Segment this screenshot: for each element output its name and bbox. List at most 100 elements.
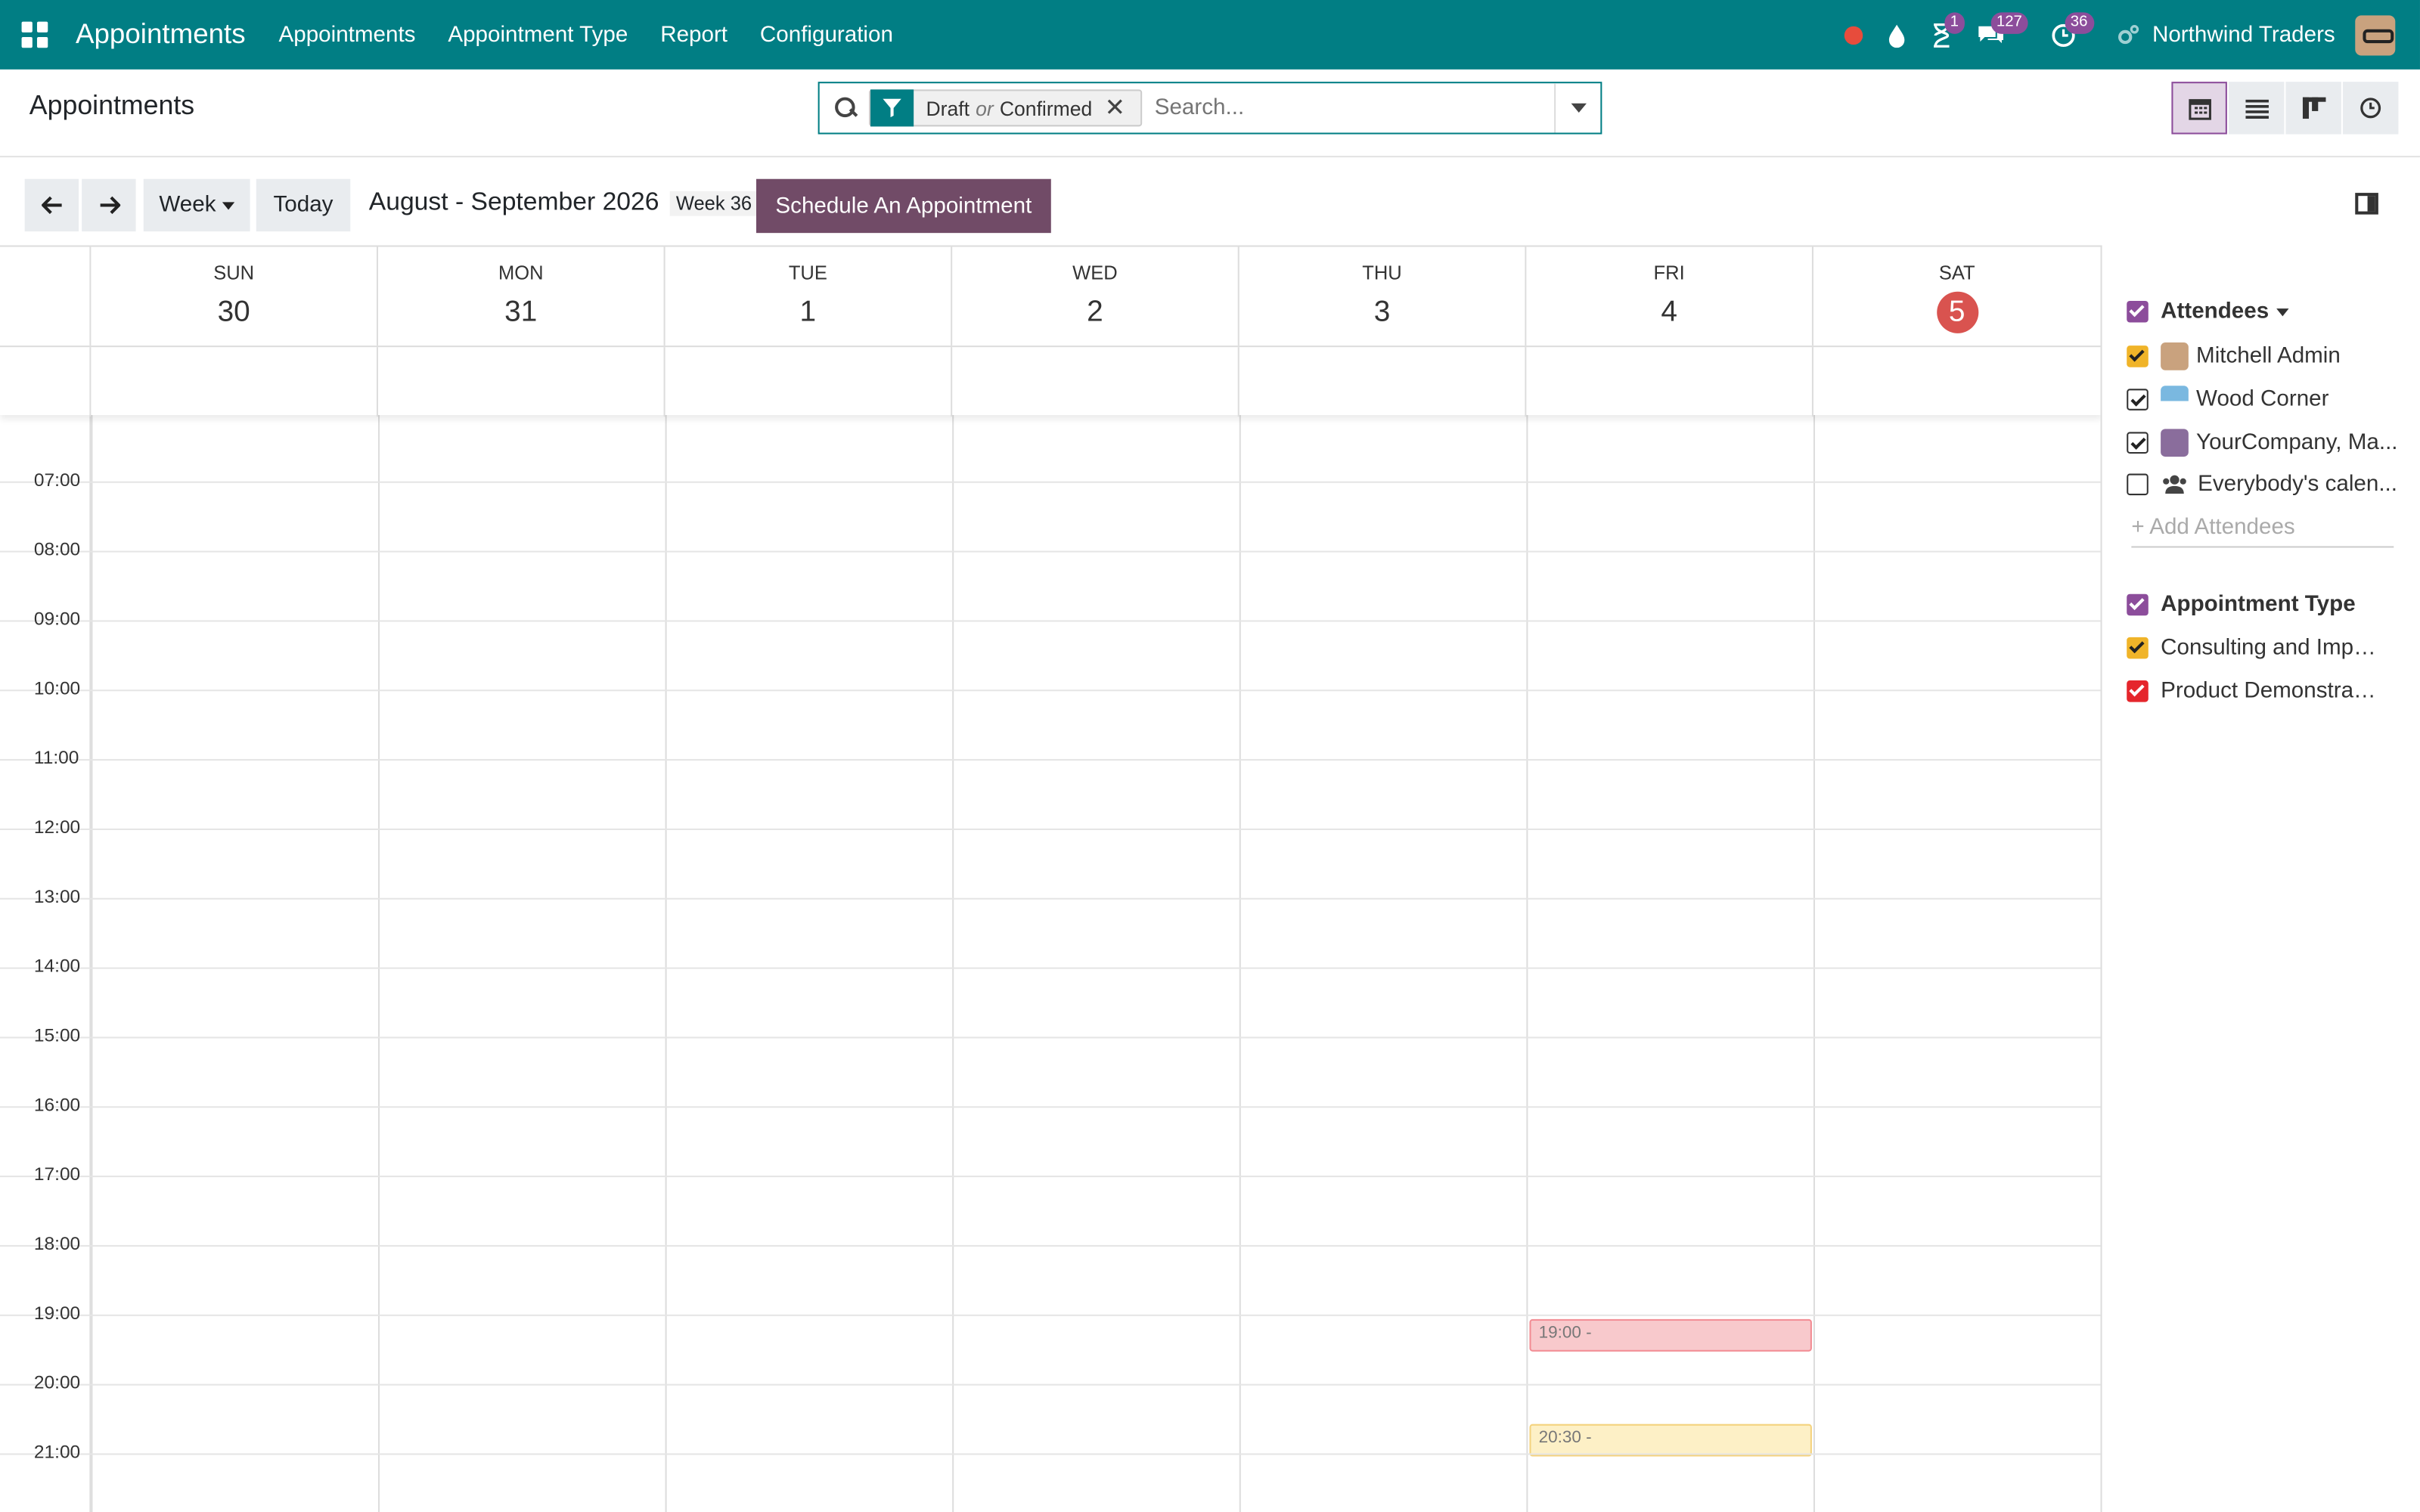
type-checkbox[interactable] xyxy=(2127,680,2149,702)
hour-line xyxy=(0,897,2101,900)
caret-down-icon[interactable] xyxy=(2276,308,2289,316)
day-header-sun[interactable]: SUN 30 xyxy=(91,246,378,346)
menu-appointments[interactable]: Appointments xyxy=(262,23,432,48)
kanban-view-button[interactable] xyxy=(2285,82,2341,135)
activities-menu[interactable]: 1 xyxy=(1930,0,1965,70)
day-header-mon[interactable]: MON 31 xyxy=(378,246,666,346)
remove-facet-icon[interactable]: ✕ xyxy=(1105,92,1141,123)
settings-menu[interactable] xyxy=(2115,0,2140,70)
all-day-cell[interactable] xyxy=(952,347,1239,417)
today-button[interactable]: Today xyxy=(256,178,351,232)
menu-report[interactable]: Report xyxy=(644,23,744,48)
appointment-type-all-checkbox[interactable] xyxy=(2127,593,2149,616)
day-number: 3 xyxy=(1373,296,1391,329)
hour-line xyxy=(0,1106,2101,1108)
arrow-right-icon xyxy=(99,196,120,215)
user-avatar[interactable] xyxy=(2355,14,2396,55)
app-brand[interactable]: Appointments xyxy=(76,18,246,51)
drop-icon[interactable] xyxy=(1887,0,1905,70)
calendar-view-button[interactable] xyxy=(2171,82,2227,135)
hour-label: 08:00 xyxy=(33,538,81,560)
day-number: 31 xyxy=(504,296,538,329)
attendee-filter-mitchell[interactable]: Mitchell Admin xyxy=(2127,342,2341,370)
attendee-checkbox[interactable] xyxy=(2127,432,2149,454)
menu-configuration[interactable]: Configuration xyxy=(743,23,909,48)
view-switcher xyxy=(2171,82,2400,135)
activity-view-button[interactable] xyxy=(2342,82,2399,135)
previous-button[interactable] xyxy=(24,178,79,232)
schedule-appointment-button[interactable]: Schedule An Appointment xyxy=(755,178,1051,234)
chevron-down-icon xyxy=(222,201,235,209)
type-checkbox[interactable] xyxy=(2127,637,2149,659)
main-menu: Appointments Appointment Type Report Con… xyxy=(262,23,909,48)
hour-line xyxy=(0,1244,2101,1247)
week-number-badge: Week 36 xyxy=(669,191,759,216)
menu-appointment-type[interactable]: Appointment Type xyxy=(432,23,644,48)
attendee-filter-wood-corner[interactable]: Wood Corner xyxy=(2127,386,2329,414)
filter-facet[interactable]: Draft or Confirmed ✕ xyxy=(868,89,1143,127)
type-label: Consulting and Imple... xyxy=(2161,635,2377,661)
type-filter-product-demo[interactable]: Product Demonstrati... xyxy=(2127,679,2377,704)
activity-clock-icon xyxy=(2360,98,2381,119)
all-day-gutter xyxy=(0,347,92,417)
app-root: Appointments Appointments Appointment Ty… xyxy=(0,0,2420,1512)
hour-label: 15:00 xyxy=(33,1024,81,1046)
appointment-event[interactable]: 19:00 - xyxy=(1529,1318,1812,1352)
next-button[interactable] xyxy=(82,178,136,232)
hour-label: 07:00 xyxy=(33,469,81,491)
attendee-checkbox[interactable] xyxy=(2127,389,2149,411)
hour-label: 10:00 xyxy=(33,677,81,699)
add-attendees-input[interactable]: + Add Attendees xyxy=(2131,516,2394,548)
filter-icon xyxy=(870,89,914,127)
day-header-tue[interactable]: TUE 1 xyxy=(666,246,953,346)
day-header-thu[interactable]: THU 3 xyxy=(1239,246,1527,346)
attendee-label: Wood Corner xyxy=(2196,387,2329,412)
type-filter-consulting[interactable]: Consulting and Imple... xyxy=(2127,635,2377,661)
timer-badge: 36 xyxy=(2064,12,2094,34)
attendee-checkbox[interactable] xyxy=(2127,473,2149,496)
day-name: FRI xyxy=(1653,262,1685,284)
recording-indicator[interactable] xyxy=(1843,0,1863,70)
top-navbar: Appointments Appointments Appointment Ty… xyxy=(0,0,2420,70)
messages-menu[interactable]: 127 xyxy=(1976,0,2029,70)
all-day-cell[interactable] xyxy=(1526,347,1813,417)
list-view-button[interactable] xyxy=(2228,82,2285,135)
search-options-toggle[interactable] xyxy=(1554,83,1600,133)
day-divider xyxy=(952,414,954,1512)
attendees-all-checkbox[interactable] xyxy=(2127,300,2149,323)
attendee-filter-yourcompany[interactable]: YourCompany, Ma... xyxy=(2127,429,2398,457)
day-divider xyxy=(1526,414,1528,1512)
day-name: SAT xyxy=(1938,262,1975,284)
hour-label: 14:00 xyxy=(33,955,81,977)
search-bar[interactable]: Draft or Confirmed ✕ xyxy=(818,82,1602,135)
all-day-cell[interactable] xyxy=(91,347,378,417)
timer-menu[interactable]: 36 xyxy=(2050,0,2094,70)
toggle-sidebar-icon[interactable] xyxy=(2355,193,2378,215)
record-dot-icon xyxy=(1843,25,1863,45)
users-icon xyxy=(2163,475,2186,494)
attendee-label: YourCompany, Ma... xyxy=(2196,430,2398,456)
all-day-cell[interactable] xyxy=(666,347,953,417)
scale-dropdown[interactable]: Week xyxy=(143,178,250,232)
hour-line xyxy=(0,828,2101,830)
appointment-type-filter-header[interactable]: Appointment Type xyxy=(2127,593,2356,617)
appointment-event[interactable]: 20:30 - xyxy=(1529,1424,1812,1457)
hour-label: 11:00 xyxy=(33,746,79,769)
attendee-checkbox[interactable] xyxy=(2127,345,2149,367)
kanban-icon xyxy=(2301,97,2325,119)
attendees-title: Attendees xyxy=(2161,299,2270,324)
all-day-row[interactable] xyxy=(0,345,2101,417)
all-day-cell[interactable] xyxy=(1239,347,1527,417)
arrow-left-icon xyxy=(41,196,61,215)
apps-menu-icon[interactable] xyxy=(21,20,50,49)
time-grid[interactable]: 19:00 - 20:30 - 07:00 08:00 09:00 10:00 11:0… xyxy=(0,411,2101,1512)
hour-line xyxy=(0,967,2101,969)
company-switcher[interactable]: Northwind Traders xyxy=(2152,23,2335,48)
day-header-fri[interactable]: FRI 4 xyxy=(1526,246,1813,346)
search-input[interactable] xyxy=(1154,95,1540,121)
attendee-filter-everybody[interactable]: Everybody's calen... xyxy=(2127,472,2397,497)
day-header-sat[interactable]: SAT 5 xyxy=(1813,247,2101,346)
day-header-wed[interactable]: WED 2 xyxy=(952,246,1239,346)
all-day-cell[interactable] xyxy=(378,347,666,417)
attendees-filter-header[interactable]: Attendees xyxy=(2127,299,2289,324)
